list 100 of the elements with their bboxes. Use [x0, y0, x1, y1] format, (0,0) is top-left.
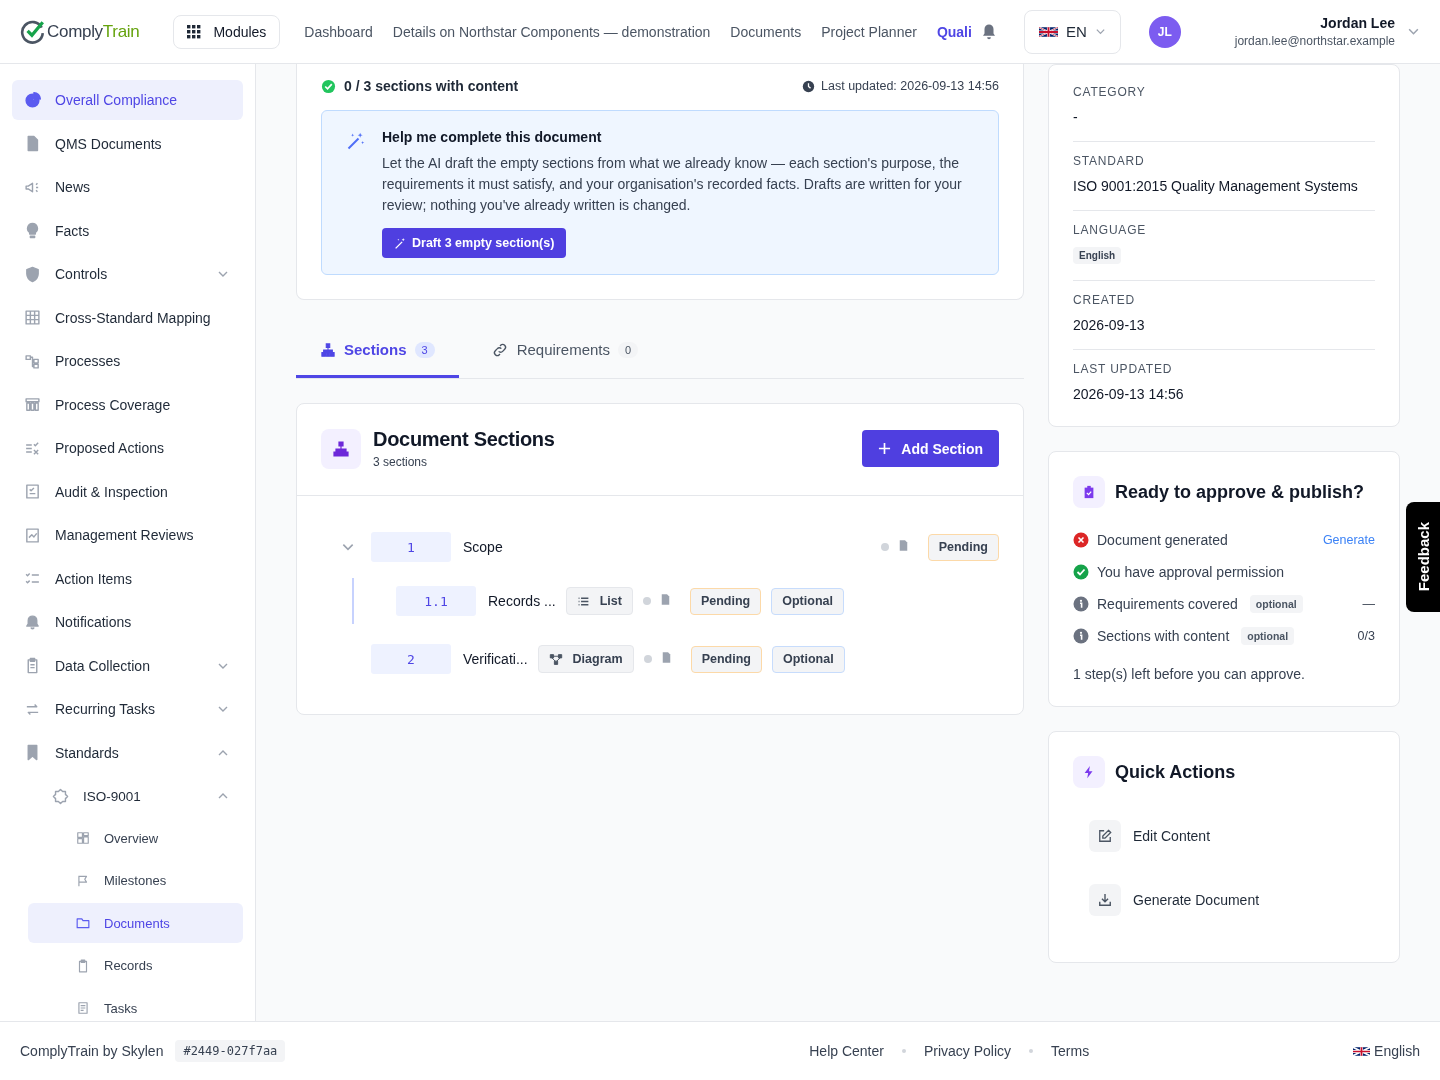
nav-link[interactable]: Quali: [936, 23, 972, 40]
plus-icon: [878, 442, 892, 455]
sidebar-item[interactable]: Milestones: [28, 860, 243, 901]
optional-badge: optional: [1241, 627, 1295, 645]
checklist-item: Document generated: [1097, 532, 1228, 548]
format-chip: List: [565, 587, 633, 615]
tab[interactable]: Sections 3: [296, 324, 459, 378]
sidebar-item[interactable]: Action Items: [12, 558, 243, 599]
footer-link[interactable]: Terms: [1051, 1043, 1090, 1059]
generate-link[interactable]: Generate: [1322, 533, 1375, 547]
document-icon: [661, 651, 671, 663]
footer-link[interactable]: Privacy Policy: [923, 1043, 1012, 1059]
sidebar-item[interactable]: Recurring Tasks: [12, 689, 243, 729]
section-title[interactable]: Verificati...: [463, 651, 528, 667]
logo[interactable]: ComplyTrain: [20, 18, 140, 45]
sidebar-item[interactable]: Cross-Standard Mapping: [12, 297, 243, 338]
checklist-value: 0/3: [1357, 629, 1375, 643]
nav-link[interactable]: Project Planner: [821, 23, 917, 40]
nav-link[interactable]: Documents: [730, 23, 802, 40]
nav-icon: [24, 526, 41, 544]
field-label: LANGUAGE: [1073, 223, 1147, 237]
separator-dot: [901, 1049, 906, 1053]
nav-icon: [24, 439, 41, 457]
section-number: 1: [371, 532, 451, 562]
field-value: 2026-09-13: [1073, 317, 1145, 333]
nav-icon: [24, 396, 41, 413]
nav-link[interactable]: Dashboard: [304, 23, 373, 40]
nav-icon: [24, 265, 41, 283]
section-title[interactable]: Scope: [463, 539, 503, 555]
quick-action[interactable]: Edit Content: [1073, 804, 1375, 868]
sidebar-item[interactable]: Facts: [12, 210, 243, 251]
magic-wand-icon: [394, 236, 407, 250]
feedback-tab[interactable]: Feedback: [1406, 502, 1440, 612]
nav-icon: [76, 916, 90, 930]
sidebar-item[interactable]: Management Reviews: [12, 515, 243, 555]
card-title: Document Sections: [373, 428, 556, 451]
field-value: 2026-09-13 14:56: [1073, 386, 1184, 402]
language-selector[interactable]: EN: [1023, 9, 1121, 54]
status-badge: Pending: [927, 533, 999, 561]
clock-icon: [802, 79, 816, 93]
nav-icon: [76, 1001, 90, 1015]
sidebar-item[interactable]: Audit & Inspection: [12, 471, 243, 512]
sidebar-item[interactable]: Documents: [28, 903, 243, 943]
add-section-button[interactable]: Add Section: [862, 430, 999, 467]
sidebar-item[interactable]: Process Coverage: [12, 384, 243, 425]
tab[interactable]: Requirements 0: [466, 324, 663, 378]
sidebar-item[interactable]: News: [12, 167, 243, 207]
sidebar-item[interactable]: Overview: [28, 818, 243, 858]
language-link[interactable]: English: [1353, 1043, 1420, 1059]
section-count: 3 sections: [373, 455, 429, 469]
build-id: #2449-027f7aa: [175, 1040, 286, 1062]
hierarchy-icon: [320, 342, 336, 357]
user-name: Jordan Lee: [1320, 15, 1395, 31]
field-label: CATEGORY: [1073, 85, 1146, 99]
optional-badge: Optional: [771, 645, 845, 673]
sidebar-item[interactable]: Standards: [12, 732, 243, 773]
sidebar-item[interactable]: ISO-9001: [12, 776, 243, 816]
card-title: Quick Actions: [1115, 761, 1236, 783]
info-icon: [1073, 596, 1089, 612]
sidebar-item[interactable]: Proposed Actions: [12, 428, 243, 468]
uk-flag-icon: [1038, 25, 1058, 38]
field-label: CREATED: [1073, 293, 1136, 307]
checklist-item: You have approval permission: [1097, 564, 1285, 580]
nav-icon: [52, 787, 69, 805]
language-badge: English: [1073, 247, 1122, 264]
clipboard-check-icon: [1073, 476, 1105, 508]
optional-badge: optional: [1249, 595, 1303, 613]
nav-icon: [24, 309, 41, 326]
sidebar-item[interactable]: Processes: [12, 341, 243, 381]
hierarchy-icon: [321, 428, 361, 469]
section-title[interactable]: Records ...: [488, 593, 556, 609]
draft-sections-button[interactable]: Draft 3 empty section(s): [382, 228, 567, 258]
sidebar-item[interactable]: Data Collection: [12, 645, 243, 686]
modules-button[interactable]: Modules: [173, 14, 281, 49]
nav-link[interactable]: Details on Northstar Components — demonstration: [392, 23, 711, 40]
grid-icon: [187, 24, 202, 39]
user-avatar[interactable]: JL: [1148, 15, 1181, 48]
uk-flag-icon: [1353, 1045, 1371, 1057]
sidebar-item[interactable]: Tasks: [28, 988, 243, 1021]
checklist-item: Requirements covered: [1097, 596, 1238, 612]
quick-action[interactable]: Generate Document: [1073, 868, 1375, 932]
diagram-icon: [548, 652, 563, 666]
edit-icon: [1098, 829, 1112, 843]
sidebar-item[interactable]: Overall Compliance: [12, 80, 243, 120]
sidebar-item[interactable]: Notifications: [12, 602, 243, 642]
last-updated-text: Last updated: 2026-09-13 14:56: [821, 79, 999, 93]
download-icon: [1098, 893, 1112, 907]
steps-remaining-text: 1 step(s) left before you can approve.: [1073, 666, 1306, 682]
section-number: 2: [371, 644, 451, 674]
separator-dot: [1029, 1049, 1034, 1053]
sidebar-item[interactable]: QMS Documents: [12, 123, 243, 164]
footer-link[interactable]: Help Center: [809, 1043, 884, 1059]
nav-icon: [24, 91, 41, 109]
sidebar-item[interactable]: Records: [28, 945, 243, 986]
sidebar-item[interactable]: Controls: [12, 254, 243, 294]
section-number: 1.1: [396, 586, 476, 616]
document-icon: [898, 539, 908, 551]
nav-icon: [76, 958, 90, 973]
checklist-value: —: [1362, 597, 1375, 611]
ai-help-title: Help me complete this document: [382, 129, 602, 145]
